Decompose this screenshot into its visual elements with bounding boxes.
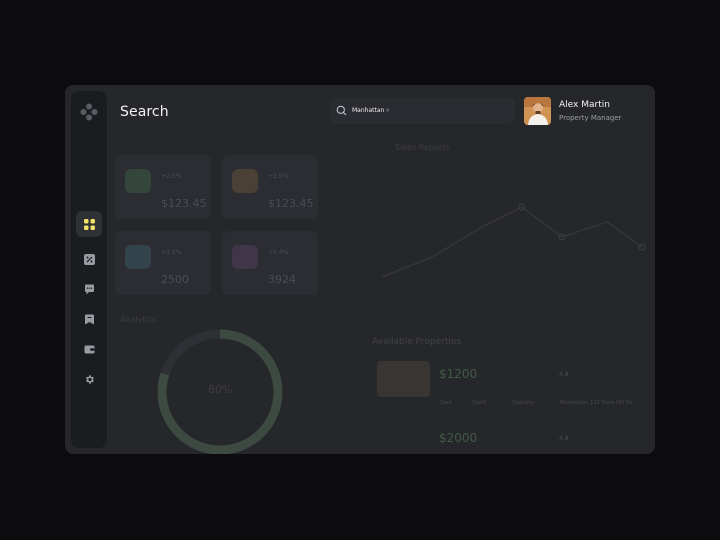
stat-value: $123.45 — [268, 197, 314, 210]
sidebar-item-wallet[interactable] — [76, 336, 102, 362]
stat-change: +5.4% — [268, 249, 289, 256]
stat-value: 3924 — [268, 273, 296, 286]
chat-bubble-icon — [84, 284, 94, 294]
property-price: $2000 — [439, 431, 478, 445]
property-rating: 4.8 — [559, 435, 569, 442]
chip-close-icon[interactable]: × — [385, 105, 390, 117]
dashboard-grid-icon — [83, 218, 95, 230]
dashboard-content: +2.5% $123.45 +2.5% $123.45 +3.5% 2500 +… — [110, 137, 655, 454]
stat-card: +5.4% 3924 — [222, 231, 318, 295]
sidebar-item-dashboard[interactable] — [76, 211, 102, 237]
property-beds: 2bed — [439, 400, 452, 406]
property-price: $1200 — [439, 367, 478, 381]
stat-change: +2.5% — [268, 173, 289, 180]
property-listing[interactable]: $2000 4.8 — [372, 425, 652, 454]
stat-card: +3.5% 2500 — [115, 231, 211, 295]
property-balcony: 1balcony — [512, 400, 535, 406]
percent-tag-icon — [83, 253, 95, 265]
app-window: Search Manhattan × Alex Martin Property … — [65, 85, 655, 454]
stat-icon — [232, 169, 258, 193]
property-rating: 4.8 — [559, 371, 569, 378]
property-address: Manhattan, 123 State Hill Str — [560, 400, 633, 406]
stat-icon — [125, 169, 151, 193]
search-input[interactable]: Manhattan × — [330, 98, 515, 124]
stat-card: +2.5% $123.45 — [222, 155, 318, 219]
sidebar-item-saved[interactable] — [76, 306, 102, 332]
available-properties-title: Available Properties — [372, 337, 462, 347]
sidebar-item-settings[interactable] — [76, 366, 102, 392]
search-filter-chip: Manhattan — [352, 107, 385, 114]
analytics-percent: 80% — [208, 383, 233, 396]
sales-reports-title: Sales Reports — [395, 143, 450, 152]
property-listing[interactable]: $1200 4.8 2bed 1bath 1balcony Manhattan,… — [372, 355, 652, 415]
user-role: Property Manager — [559, 114, 622, 122]
stat-icon — [125, 245, 151, 269]
page-title: Search — [120, 104, 169, 120]
sidebar-item-offers[interactable] — [76, 246, 102, 272]
property-thumbnail — [377, 361, 430, 397]
stat-value: 2500 — [161, 273, 189, 286]
stat-value: $123.45 — [161, 197, 207, 210]
analytics-title: Analytics — [120, 315, 157, 324]
bookmark-icon — [84, 314, 94, 324]
search-icon — [336, 105, 347, 116]
sidebar-item-messages[interactable] — [76, 276, 102, 302]
stat-change: +2.5% — [161, 173, 182, 180]
stat-icon — [232, 245, 258, 269]
property-baths: 1bath — [472, 400, 487, 406]
sidebar — [71, 91, 107, 448]
app-logo-icon — [80, 103, 98, 125]
wallet-icon — [84, 345, 94, 353]
sales-chart — [381, 203, 646, 278]
stat-change: +3.5% — [161, 249, 182, 256]
avatar[interactable] — [524, 97, 551, 125]
settings-gear-icon — [85, 374, 94, 384]
user-name: Alex Martin — [559, 100, 610, 110]
stat-card: +2.5% $123.45 — [115, 155, 211, 219]
